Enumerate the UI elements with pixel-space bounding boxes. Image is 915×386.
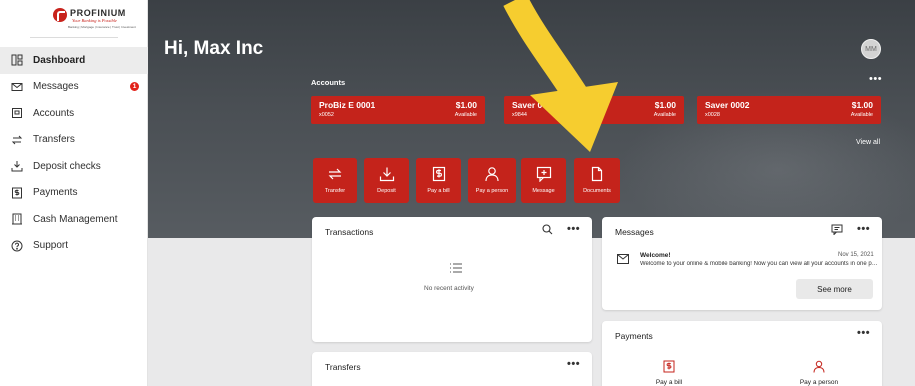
account-name: Saver 0 — [512, 100, 543, 110]
transfer-button[interactable]: Transfer — [313, 158, 357, 203]
sidebar-item-label: Deposit checks — [33, 160, 101, 172]
sidebar-item-support[interactable]: Support — [0, 233, 148, 260]
dollar-receipt-icon — [416, 166, 461, 182]
sidebar-item-deposit-checks[interactable]: Deposit checks — [0, 153, 148, 180]
transfers-more-menu-icon[interactable]: ••• — [567, 358, 580, 370]
person-icon — [813, 360, 825, 373]
account-balance: $1.00 — [654, 100, 676, 110]
transactions-card: Transactions ••• — [312, 217, 592, 342]
transfers-title: Transfers — [325, 362, 361, 372]
sidebar-item-label: Support — [33, 240, 69, 252]
account-number: x0028 — [705, 112, 720, 118]
new-message-icon[interactable] — [831, 224, 843, 235]
dashboard-icon — [11, 54, 23, 66]
transfer-arrows-icon — [11, 134, 23, 146]
dollar-receipt-icon — [663, 360, 675, 373]
account-balance-label: Available — [454, 112, 477, 118]
deposit-button[interactable]: Deposit — [364, 158, 409, 203]
account-tile[interactable]: Saver 0 x9844 $1.00 Available — [504, 96, 684, 124]
sidebar-item-label: Accounts — [33, 107, 75, 119]
messages-title: Messages — [615, 227, 654, 237]
pay-a-person-button[interactable]: Pay a person — [468, 158, 516, 203]
sidebar-item-dashboard[interactable]: Dashboard — [0, 47, 148, 74]
page-title: Hi, Max Inc — [164, 38, 264, 59]
see-more-button[interactable]: See more — [796, 279, 873, 299]
brand-subline: Banking | Mortgage | Insurance | Trust |… — [68, 25, 136, 29]
message-button[interactable]: Message — [521, 158, 566, 203]
message-preview[interactable]: Welcome to your online & mobile banking!… — [640, 261, 878, 267]
transactions-empty-state: No recent activity — [424, 285, 474, 292]
envelope-icon — [617, 254, 629, 264]
sidebar-item-label: Dashboard — [33, 54, 86, 66]
person-icon — [468, 166, 516, 182]
account-name: ProBiz E 0001 — [319, 100, 376, 110]
account-number: x0052 — [319, 112, 334, 118]
payment-option-label: Pay a person — [799, 379, 839, 386]
unread-count-badge: 1 — [130, 81, 139, 91]
account-tile[interactable]: ProBiz E 0001 x0052 $1.00 Available — [311, 96, 485, 124]
pay-a-bill-button[interactable]: Pay a bill — [416, 158, 461, 203]
pay-a-person-option[interactable]: Pay a person — [774, 360, 864, 386]
documents-button[interactable]: Documents — [574, 158, 620, 203]
list-icon — [450, 263, 462, 273]
transfer-arrows-icon — [313, 166, 357, 182]
brand-name: PROFINIUM — [70, 8, 126, 18]
quick-action-label: Pay a person — [475, 188, 509, 194]
payment-option-label: Pay a bill — [655, 379, 683, 386]
sidebar-item-label: Payments — [33, 187, 78, 199]
sidebar-nav: Dashboard Messages 1 Accounts Transfers — [0, 47, 148, 259]
account-balance-label: Available — [850, 112, 873, 118]
logo-divider — [30, 37, 118, 38]
sidebar-item-label: Transfers — [33, 134, 75, 146]
account-number: x9844 — [512, 112, 527, 118]
accounts-more-menu-icon[interactable]: ••• — [869, 73, 882, 85]
messages-more-menu-icon[interactable]: ••• — [857, 223, 870, 235]
account-card-icon — [11, 107, 23, 119]
transfers-card: Transfers ••• — [312, 352, 592, 386]
account-balance-label: Available — [653, 112, 676, 118]
brand-tagline: Your Banking is Possible — [72, 18, 117, 23]
quick-action-label: Documents — [583, 188, 611, 194]
pay-a-bill-option[interactable]: Pay a bill — [624, 360, 714, 386]
avatar[interactable]: MM — [861, 39, 881, 59]
download-tray-icon — [364, 166, 409, 182]
message-date: Nov 15, 2021 — [838, 252, 874, 258]
sidebar-item-transfers[interactable]: Transfers — [0, 127, 148, 154]
chat-plus-icon — [521, 166, 566, 182]
transactions-more-menu-icon[interactable]: ••• — [567, 223, 580, 235]
building-icon — [11, 213, 23, 225]
sidebar-item-label: Cash Management — [33, 213, 118, 225]
view-all-accounts-link[interactable]: View all — [856, 139, 880, 146]
account-balance: $1.00 — [455, 100, 477, 110]
quick-action-label: Transfer — [324, 188, 346, 194]
brand-logo[interactable]: PROFINIUM Your Banking is Possible Banki… — [53, 7, 136, 35]
payments-more-menu-icon[interactable]: ••• — [857, 327, 870, 339]
sidebar-item-payments[interactable]: Payments — [0, 180, 148, 207]
account-tile[interactable]: Saver 0002 x0028 $1.00 Available — [697, 96, 881, 124]
accounts-section-label: Accounts — [311, 78, 346, 87]
message-title[interactable]: Welcome! — [640, 252, 671, 259]
search-icon[interactable] — [542, 224, 553, 235]
quick-action-label: Message — [532, 188, 555, 194]
help-circle-icon — [11, 240, 23, 252]
sidebar-item-cash-management[interactable]: Cash Management — [0, 206, 148, 233]
envelope-icon — [11, 81, 23, 93]
document-icon — [574, 166, 620, 182]
quick-action-label: Deposit — [377, 188, 396, 194]
transactions-title: Transactions — [325, 227, 374, 237]
account-balance: $1.00 — [851, 100, 873, 110]
account-name: Saver 0002 — [705, 100, 750, 110]
sidebar-item-label: Messages — [33, 81, 79, 93]
quick-action-label: Pay a bill — [427, 188, 450, 194]
payments-title: Payments — [615, 331, 653, 341]
sidebar-item-accounts[interactable]: Accounts — [0, 100, 148, 127]
sidebar-item-messages[interactable]: Messages 1 — [0, 74, 148, 101]
sidebar: PROFINIUM Your Banking is Possible Banki… — [0, 0, 148, 386]
download-tray-icon — [11, 160, 23, 172]
dollar-receipt-icon — [11, 187, 23, 199]
logo-mark-icon — [53, 8, 67, 22]
